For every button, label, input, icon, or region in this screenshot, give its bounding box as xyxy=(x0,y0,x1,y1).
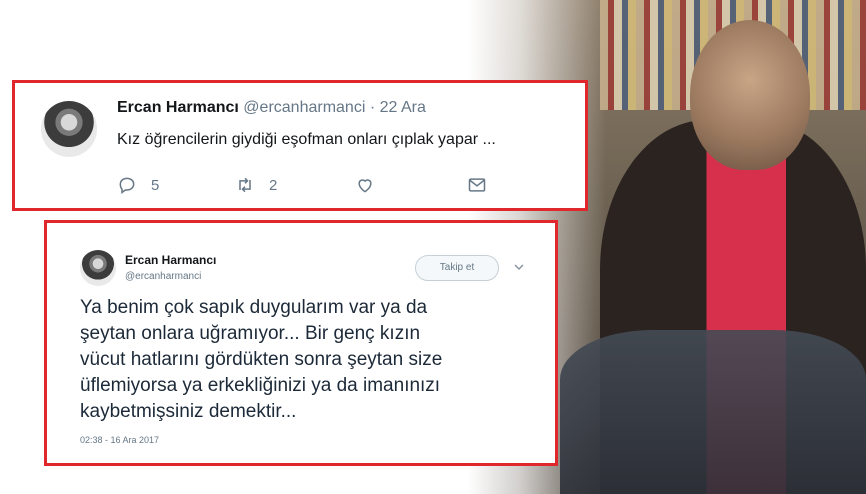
tweet-timestamp[interactable]: 02:38 - 16 Ara 2017 xyxy=(80,435,159,445)
author-handle[interactable]: @ercanharmanci xyxy=(243,99,365,116)
tweet-card-1[interactable]: Ercan Harmancı @ercanharmanci · 22 Ara K… xyxy=(12,80,588,211)
like-icon xyxy=(358,179,372,193)
message-icon xyxy=(468,178,486,192)
retweet-count: 2 xyxy=(269,176,278,194)
tweet-text-line: şeytan onlara uğramıyor... Bir genç kızı… xyxy=(80,323,421,344)
tweet-text-line: vücut hatlarını gördükten sonra şeytan s… xyxy=(80,349,443,370)
tweet-header: Ercan Harmancı @ercanharmanci · 22 Ara xyxy=(117,99,426,117)
tweet-card-2[interactable]: Ercan Harmancı @ercanharmanci Takip et Y… xyxy=(44,220,558,466)
separator: · xyxy=(369,99,376,116)
tweet-actions: 5 2 xyxy=(117,175,577,197)
avatar[interactable] xyxy=(80,250,116,286)
tweet-date[interactable]: 22 Ara xyxy=(380,99,426,116)
person-legs xyxy=(560,330,866,494)
like-button[interactable] xyxy=(355,175,375,195)
author-name[interactable]: Ercan Harmancı xyxy=(117,99,239,116)
retweet-button[interactable]: 2 xyxy=(235,175,277,195)
tweet-text: Ya benim çok sapık duygularım var ya da … xyxy=(80,295,540,425)
avatar[interactable] xyxy=(41,101,97,157)
reply-button[interactable]: 5 xyxy=(117,175,159,195)
tweet-text-line: kaybetmişsiniz demektir... xyxy=(80,401,297,422)
tweet-text-line: üflemiyorsa ya erkekliğinizi ya da imanı… xyxy=(80,375,441,396)
reply-count: 5 xyxy=(151,176,160,194)
follow-button[interactable]: Takip et xyxy=(415,255,499,281)
author-name[interactable]: Ercan Harmancı xyxy=(125,253,216,267)
person-head xyxy=(690,20,810,170)
author-handle[interactable]: @ercanharmanci xyxy=(125,271,201,282)
tweet-text: Kız öğrencilerin giydiği eşofman onları … xyxy=(117,131,496,148)
message-button[interactable] xyxy=(467,175,487,195)
chevron-down-icon[interactable] xyxy=(513,261,525,273)
retweet-icon xyxy=(239,177,251,193)
reply-icon xyxy=(119,177,135,194)
tweet-text-line: Ya benim çok sapık duygularım var ya da xyxy=(80,297,428,318)
